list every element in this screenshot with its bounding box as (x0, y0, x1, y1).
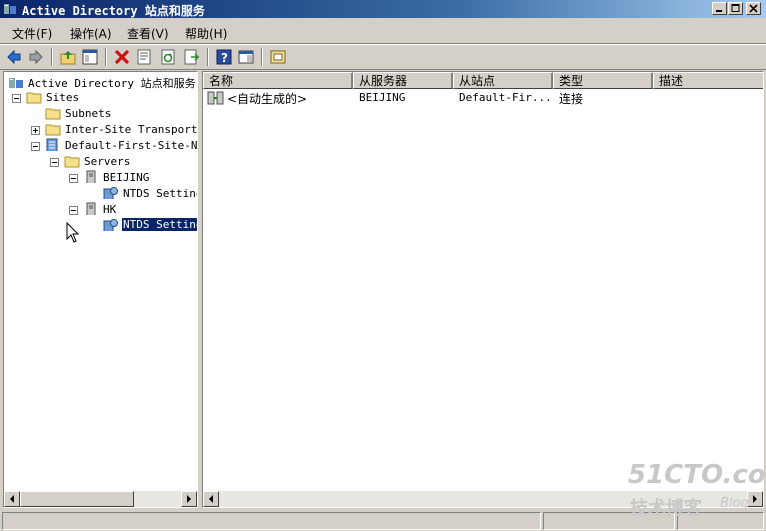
column-header-name[interactable]: 名称 (203, 72, 353, 89)
scroll-right-button[interactable] (181, 491, 197, 507)
export-list-icon[interactable] (182, 47, 202, 67)
ntds-settings-icon (103, 187, 118, 199)
svg-text:?: ? (221, 51, 228, 65)
list-header: 名称 从服务器 从站点 类型 描述 (203, 72, 763, 89)
tree-node-servers[interactable]: Servers (84, 155, 130, 168)
collapse-toggle-beijing[interactable] (69, 174, 78, 183)
mouse-cursor-icon (66, 222, 80, 243)
up-level-icon[interactable] (58, 47, 78, 67)
collapse-toggle-sites[interactable] (12, 94, 21, 103)
divider (0, 69, 766, 70)
minimize-button[interactable] (712, 2, 727, 15)
new-window-icon[interactable] (268, 47, 288, 67)
site-icon (46, 138, 58, 151)
column-header-from-site[interactable]: 从站点 (453, 72, 553, 89)
server-icon (86, 202, 96, 215)
tree-node-root[interactable]: Active Directory 站点和服务 (28, 75, 196, 91)
column-header-type[interactable]: 类型 (553, 72, 653, 89)
result-list-pane: 名称 从服务器 从站点 类型 描述 <自动生成的> BEIJING Defaul… (202, 71, 764, 508)
menu-bar: 文件(F) 操作(A) 查看(V) 帮助(H) (0, 19, 766, 43)
properties-icon[interactable] (134, 47, 154, 67)
tree-node-sites[interactable]: Sites (46, 91, 79, 104)
menu-help[interactable]: 帮助(H) (185, 25, 227, 42)
ad-sites-app-icon (3, 2, 17, 16)
folder-icon (26, 92, 42, 104)
show-hide-action-pane-icon[interactable] (236, 47, 256, 67)
menu-file[interactable]: 文件(F) (12, 25, 52, 42)
collapse-toggle-servers[interactable] (50, 158, 59, 167)
show-hide-tree-icon[interactable] (80, 47, 100, 67)
tree-node-subnets[interactable]: Subnets (65, 107, 111, 120)
table-row[interactable]: <自动生成的> BEIJING Default-Fir... 连接 (203, 89, 763, 107)
help-icon[interactable]: ? (214, 47, 234, 67)
toolbar-separator (261, 48, 263, 66)
server-icon (86, 170, 96, 183)
connection-icon (207, 91, 224, 105)
refresh-icon[interactable] (158, 47, 178, 67)
watermark-blog: Blog (720, 496, 749, 511)
title-bar: Active Directory 站点和服务 (0, 0, 766, 18)
row-name: <自动生成的> (227, 92, 308, 106)
forward-icon[interactable] (26, 47, 46, 67)
watermark-subtitle: 技术博客 (630, 498, 702, 519)
back-icon[interactable] (4, 47, 24, 67)
toolbar: ? (0, 45, 766, 69)
row-type: 连接 (559, 92, 584, 106)
tree-node-default-first-site[interactable]: Default-First-Site-Nam (65, 139, 197, 152)
row-from-server: BEIJING (359, 91, 406, 104)
ad-sites-root-icon (8, 75, 24, 92)
menu-view[interactable]: 查看(V) (127, 25, 169, 42)
scroll-right-button[interactable] (747, 491, 763, 507)
column-header-from-server[interactable]: 从服务器 (353, 72, 453, 89)
status-panel-main (2, 512, 541, 530)
tree-node-hk[interactable]: HK (103, 203, 116, 216)
window-title: Active Directory 站点和服务 (22, 4, 205, 18)
ntds-settings-icon (103, 219, 118, 231)
row-from-site: Default-Fir... (459, 91, 552, 104)
expand-toggle-inter-site[interactable] (31, 126, 40, 135)
menu-action[interactable]: 操作(A) (70, 25, 112, 42)
toolbar-separator (105, 48, 107, 66)
console-tree: Active Directory 站点和服务 Sites Subnets Int… (3, 71, 198, 508)
tree-horizontal-scrollbar[interactable] (4, 491, 197, 507)
collapse-toggle-hk[interactable] (69, 206, 78, 215)
tree-node-beijing-ntds-settings[interactable]: NTDS Setting (123, 187, 197, 200)
toolbar-separator (51, 48, 53, 66)
toolbar-separator (207, 48, 209, 66)
close-button[interactable] (746, 2, 761, 15)
folder-icon (64, 156, 80, 168)
tree-node-inter-site-transports[interactable]: Inter-Site Transports (65, 123, 197, 136)
column-header-description[interactable]: 描述 (653, 72, 763, 89)
folder-icon (45, 108, 61, 120)
scroll-left-button[interactable] (4, 491, 20, 507)
watermark-logo: 51CTO.com (628, 460, 766, 490)
scroll-thumb[interactable] (20, 491, 134, 507)
folder-icon (45, 124, 61, 136)
collapse-toggle-default-site[interactable] (31, 142, 40, 151)
tree-node-beijing[interactable]: BEIJING (103, 171, 149, 184)
delete-icon[interactable] (112, 47, 132, 67)
scroll-left-button[interactable] (203, 491, 219, 507)
tree-node-hk-ntds-settings[interactable]: NTDS Setting (120, 217, 197, 232)
maximize-button[interactable] (728, 2, 743, 15)
